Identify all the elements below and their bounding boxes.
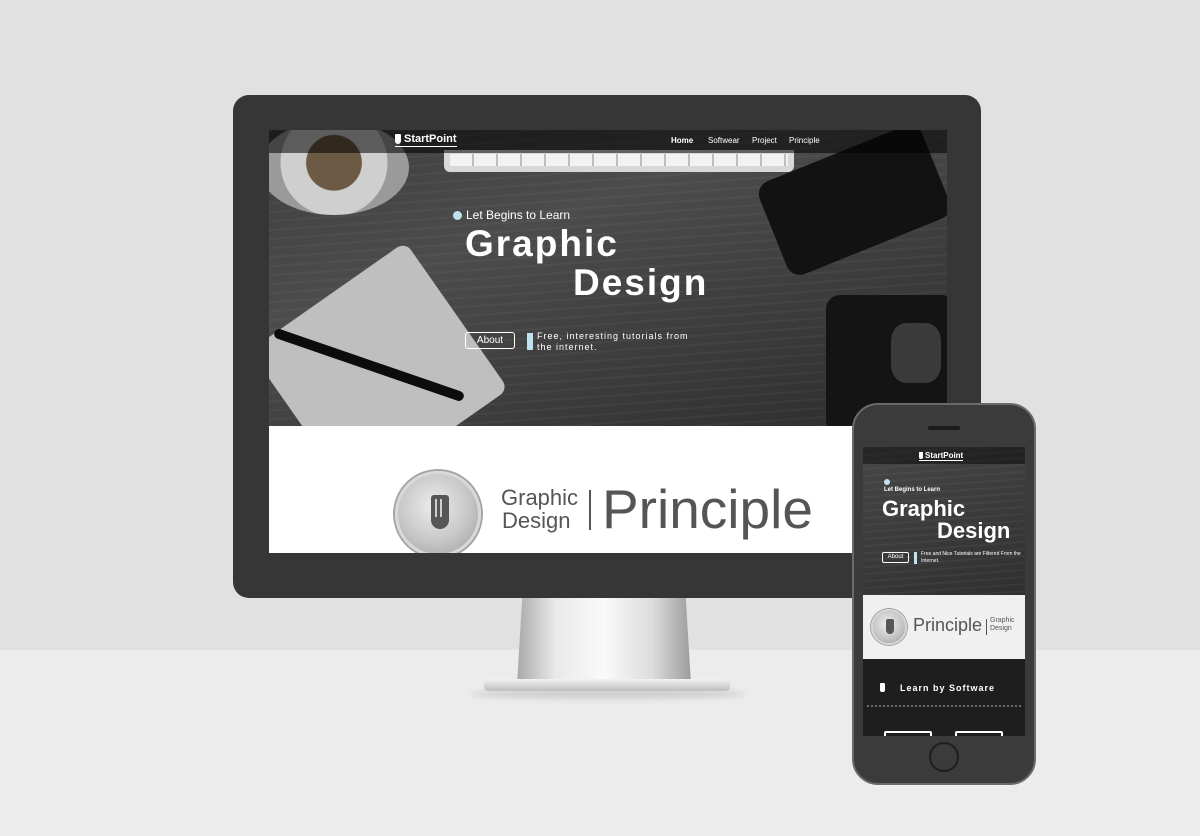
- pencil-glyph: [886, 619, 894, 634]
- mobile-hero-tagline: Free and Nice Tutorials are Filtered Fro…: [921, 551, 1021, 564]
- mobile-brand-logo[interactable]: StartPoint: [919, 451, 964, 461]
- hero-title-line2: Design: [573, 262, 709, 303]
- mobile-navbar: StartPoint: [863, 447, 1025, 464]
- nav-principle[interactable]: Principle: [789, 136, 820, 145]
- mobile-about-button[interactable]: About: [882, 552, 909, 563]
- brand-logo[interactable]: StartPoint: [395, 133, 457, 147]
- mobile-hero-kicker: Let Begins to Learn: [884, 487, 941, 493]
- mobile-hero-title-line2: Design: [937, 518, 1011, 543]
- about-button[interactable]: About: [465, 332, 515, 349]
- keyboard-photo: [444, 150, 794, 172]
- monitor-stand-base: [484, 679, 730, 691]
- mobile-band-graphic-label: Graphic: [990, 617, 1015, 624]
- pencil-badge-icon: [395, 471, 481, 553]
- accent-dot: [453, 211, 462, 220]
- pencil-logo-icon: [880, 683, 885, 692]
- top-navbar: StartPoint Home Softwear Project Princip…: [269, 130, 947, 153]
- mobile-principle-band: Principle Graphic Design: [863, 595, 1025, 659]
- software-section-title: Learn by Software: [900, 683, 996, 693]
- pencil-badge-icon: [871, 609, 907, 645]
- pencil-logo-icon: [395, 134, 401, 144]
- hero-section: StartPoint Home Softwear Project Princip…: [269, 130, 947, 426]
- hero-tagline: Free, interesting tutorials from the int…: [537, 331, 689, 352]
- mobile-software-section: Learn by Software: [863, 659, 1025, 736]
- mobile-hero-section: StartPoint Let Begins to Learn Graphic D…: [863, 447, 1025, 595]
- band-principle-title: Principle: [602, 478, 813, 540]
- mobile-screen: StartPoint Let Begins to Learn Graphic D…: [863, 447, 1025, 736]
- software-card[interactable]: [955, 731, 1003, 736]
- mobile-band-divider: [986, 619, 987, 635]
- hero-kicker: Let Begins to Learn: [466, 208, 571, 222]
- band-divider: [589, 490, 591, 530]
- pencil-logo-icon: [919, 452, 923, 459]
- desktop-screen: StartPoint Home Softwear Project Princip…: [269, 130, 947, 553]
- software-section-divider: [867, 705, 1021, 707]
- mobile-brand-name: StartPoint: [925, 451, 964, 460]
- mobile-band-design-label: Design: [990, 625, 1012, 632]
- mobile-tagline-accent-bar: [914, 552, 917, 564]
- nav-project[interactable]: Project: [752, 136, 777, 145]
- principle-band: Graphic Design Principle: [269, 426, 947, 553]
- mobile-accent-dot: [884, 479, 890, 485]
- band-design-label: Design: [502, 508, 571, 533]
- brand-name: StartPoint: [404, 133, 457, 145]
- mobile-band-principle-title: Principle: [913, 615, 983, 635]
- nav-softwear[interactable]: Softwear: [708, 136, 740, 145]
- monitor-stand-neck: [517, 598, 691, 684]
- software-card[interactable]: [884, 731, 932, 736]
- home-button-icon[interactable]: [929, 742, 959, 772]
- hero-title-line1: Graphic: [465, 223, 619, 264]
- phone-speaker: [928, 426, 960, 430]
- tagline-accent-bar: [527, 333, 533, 350]
- nav-home[interactable]: Home: [671, 136, 693, 145]
- pencil-glyph: [431, 495, 449, 529]
